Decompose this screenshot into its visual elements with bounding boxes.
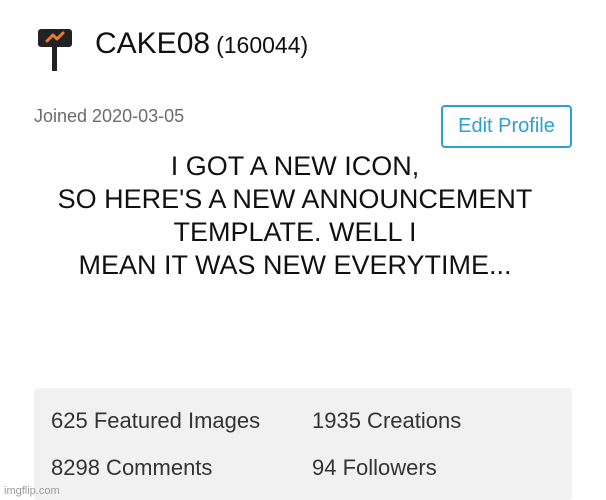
- announcement-line: MEAN IT WAS NEW EVERYTIME...: [78, 250, 512, 280]
- announcement-line: I GOT A NEW ICON,: [170, 151, 420, 181]
- profile-header: CAKE08 (160044): [95, 29, 308, 59]
- featured-images-stat[interactable]: 625 Featured Images: [51, 410, 260, 432]
- edit-profile-button[interactable]: Edit Profile: [441, 105, 572, 148]
- watermark: imgflip.com: [4, 485, 60, 497]
- stats-panel: 625 Featured Images 1935 Creations 8298 …: [34, 388, 572, 500]
- join-date: Joined 2020-03-05: [34, 106, 185, 126]
- comments-stat[interactable]: 8298 Comments: [51, 457, 212, 479]
- user-points: (160044): [216, 32, 309, 58]
- signpost-logo-icon: [38, 29, 72, 71]
- followers-stat[interactable]: 94 Followers: [312, 457, 437, 479]
- username[interactable]: CAKE08: [95, 27, 210, 60]
- creations-stat[interactable]: 1935 Creations: [312, 410, 461, 432]
- announcement-line: TEMPLATE. WELL I: [173, 217, 417, 247]
- announcement-line: SO HERE'S A NEW ANNOUNCEMENT: [57, 184, 533, 214]
- announcement-text: I GOT A NEW ICON, SO HERE'S A NEW ANNOUN…: [0, 150, 590, 282]
- avatar[interactable]: [38, 27, 72, 71]
